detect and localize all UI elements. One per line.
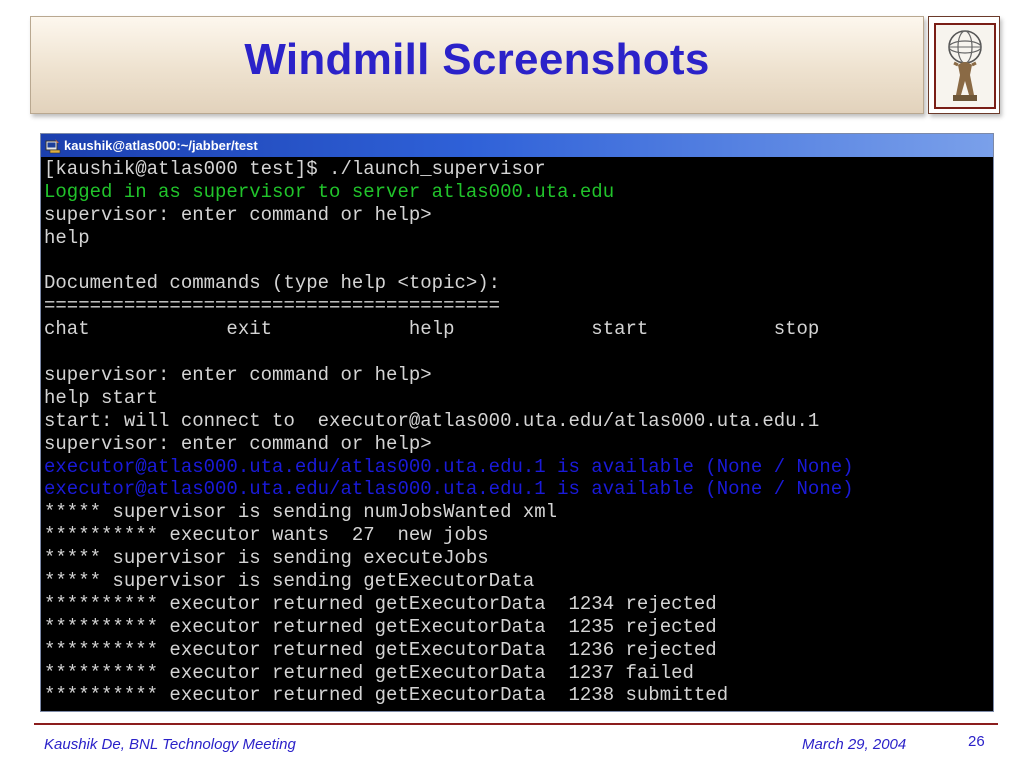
terminal-output[interactable]: [kaushik@atlas000 test]$ ./launch_superv…	[41, 157, 993, 707]
page-number: 26	[968, 733, 985, 750]
terminal-window-title: kaushik@atlas000:~/jabber/test	[64, 138, 258, 153]
terminal-line: start: will connect to executor@atlas000…	[44, 409, 820, 432]
terminal-line: ***** supervisor is sending executeJobs	[44, 547, 489, 570]
terminal-line: supervisor: enter command or help>	[44, 364, 432, 387]
terminal-line: ***** supervisor is sending getExecutorD…	[44, 570, 535, 593]
atlas-globe-icon	[934, 23, 996, 109]
footer-presenter: Kaushik De, BNL Technology Meeting	[44, 736, 296, 753]
terminal-icon	[45, 138, 61, 154]
footer-date: March 29, 2004	[802, 736, 907, 753]
atlas-logo	[928, 16, 1000, 114]
terminal-line: Logged in as supervisor to server atlas0…	[44, 180, 615, 203]
terminal-line: executor@atlas000.uta.edu/atlas000.uta.e…	[44, 478, 854, 501]
terminal-line: ********** executor returned getExecutor…	[44, 592, 717, 615]
terminal-line: [kaushik@atlas000 test]$ ./launch_superv…	[44, 158, 546, 180]
terminal-line: ********** executor returned getExecutor…	[44, 661, 694, 684]
footer-divider	[34, 723, 998, 725]
terminal-line: supervisor: enter command or help>	[44, 432, 432, 455]
terminal-line: help	[44, 226, 90, 249]
terminal-window[interactable]: kaushik@atlas000:~/jabber/test [kaushik@…	[40, 133, 994, 712]
terminal-line: ********** executor returned getExecutor…	[44, 615, 717, 638]
terminal-line: help start	[44, 386, 159, 409]
terminal-line: chat exit help start stop	[44, 318, 820, 341]
terminal-line: executor@atlas000.uta.edu/atlas000.uta.e…	[44, 455, 854, 478]
slide-title-banner: Windmill Screenshots	[30, 16, 924, 114]
terminal-line: ********** executor returned getExecutor…	[44, 684, 729, 707]
terminal-line: ========================================	[44, 295, 501, 318]
terminal-line: ***** supervisor is sending numJobsWante…	[44, 501, 558, 524]
terminal-line: ********** executor returned getExecutor…	[44, 638, 717, 661]
terminal-line: Documented commands (type help <topic>):	[44, 272, 501, 295]
terminal-titlebar[interactable]: kaushik@atlas000:~/jabber/test	[41, 134, 993, 157]
terminal-line: supervisor: enter command or help>	[44, 203, 432, 226]
terminal-line: ********** executor wants 27 new jobs	[44, 524, 489, 547]
slide-title: Windmill Screenshots	[244, 35, 710, 84]
